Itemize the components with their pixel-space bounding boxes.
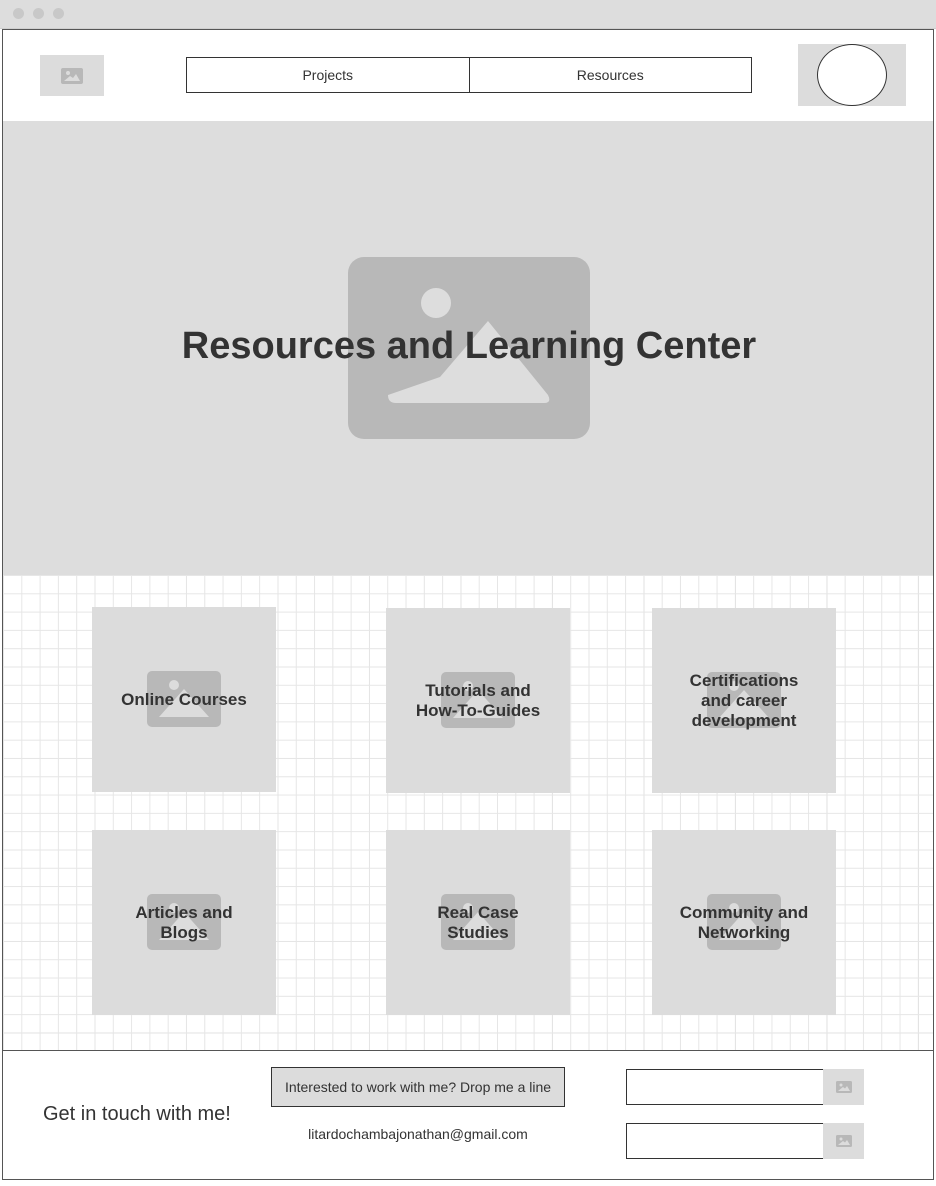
image-placeholder-icon: [61, 67, 83, 84]
contact-heading: Get in touch with me!: [43, 1103, 231, 1125]
contact-cta-button[interactable]: Interested to work with me? Drop me a li…: [271, 1067, 565, 1107]
profile-avatar[interactable]: [817, 44, 887, 106]
card-online-courses[interactable]: Online Courses: [92, 607, 276, 792]
card-tutorials[interactable]: Tutorials and How-To-Guides: [386, 608, 570, 793]
resource-grid: Online Courses Tutorials and How-To-Guid…: [3, 575, 933, 1050]
site-header: Projects Resources: [3, 30, 933, 120]
card-label: Real Case Studies: [437, 902, 519, 942]
card-label: Community and Networking: [679, 902, 809, 942]
page-frame: Projects Resources Resources and Learnin…: [2, 29, 934, 1180]
card-community-networking[interactable]: Community and Networking: [652, 830, 836, 1015]
window-titlebar: [0, 0, 936, 29]
card-certifications[interactable]: Certifications and career development: [652, 608, 836, 793]
maximize-window-dot[interactable]: [53, 8, 64, 19]
page-title: Resources and Learning Center: [181, 325, 757, 367]
card-case-studies[interactable]: Real Case Studies: [386, 830, 570, 1015]
site-footer: Get in touch with me! Interested to work…: [3, 1050, 933, 1179]
site-logo[interactable]: [40, 55, 104, 96]
contact-input-2-button[interactable]: [823, 1123, 864, 1159]
profile-avatar-container: [798, 44, 906, 106]
nav-item-projects[interactable]: Projects: [187, 58, 469, 92]
card-label: Articles and Blogs: [135, 902, 233, 942]
close-window-dot[interactable]: [13, 8, 24, 19]
contact-input-1[interactable]: [626, 1069, 826, 1105]
card-label: Online Courses: [121, 689, 247, 709]
nav-item-resources[interactable]: Resources: [468, 58, 752, 92]
contact-email[interactable]: litardochambajonathan@gmail.com: [271, 1126, 565, 1142]
contact-input-2[interactable]: [626, 1123, 826, 1159]
image-placeholder-icon: [835, 1081, 852, 1093]
card-label: Tutorials and How-To-Guides: [415, 680, 541, 720]
card-label: Certifications and career development: [689, 670, 799, 730]
image-placeholder-icon: [835, 1135, 852, 1147]
contact-input-1-button[interactable]: [823, 1069, 864, 1105]
hero-banner: Resources and Learning Center: [3, 121, 933, 575]
card-articles-blogs[interactable]: Articles and Blogs: [92, 830, 276, 1015]
minimize-window-dot[interactable]: [33, 8, 44, 19]
main-nav: Projects Resources: [186, 57, 752, 93]
